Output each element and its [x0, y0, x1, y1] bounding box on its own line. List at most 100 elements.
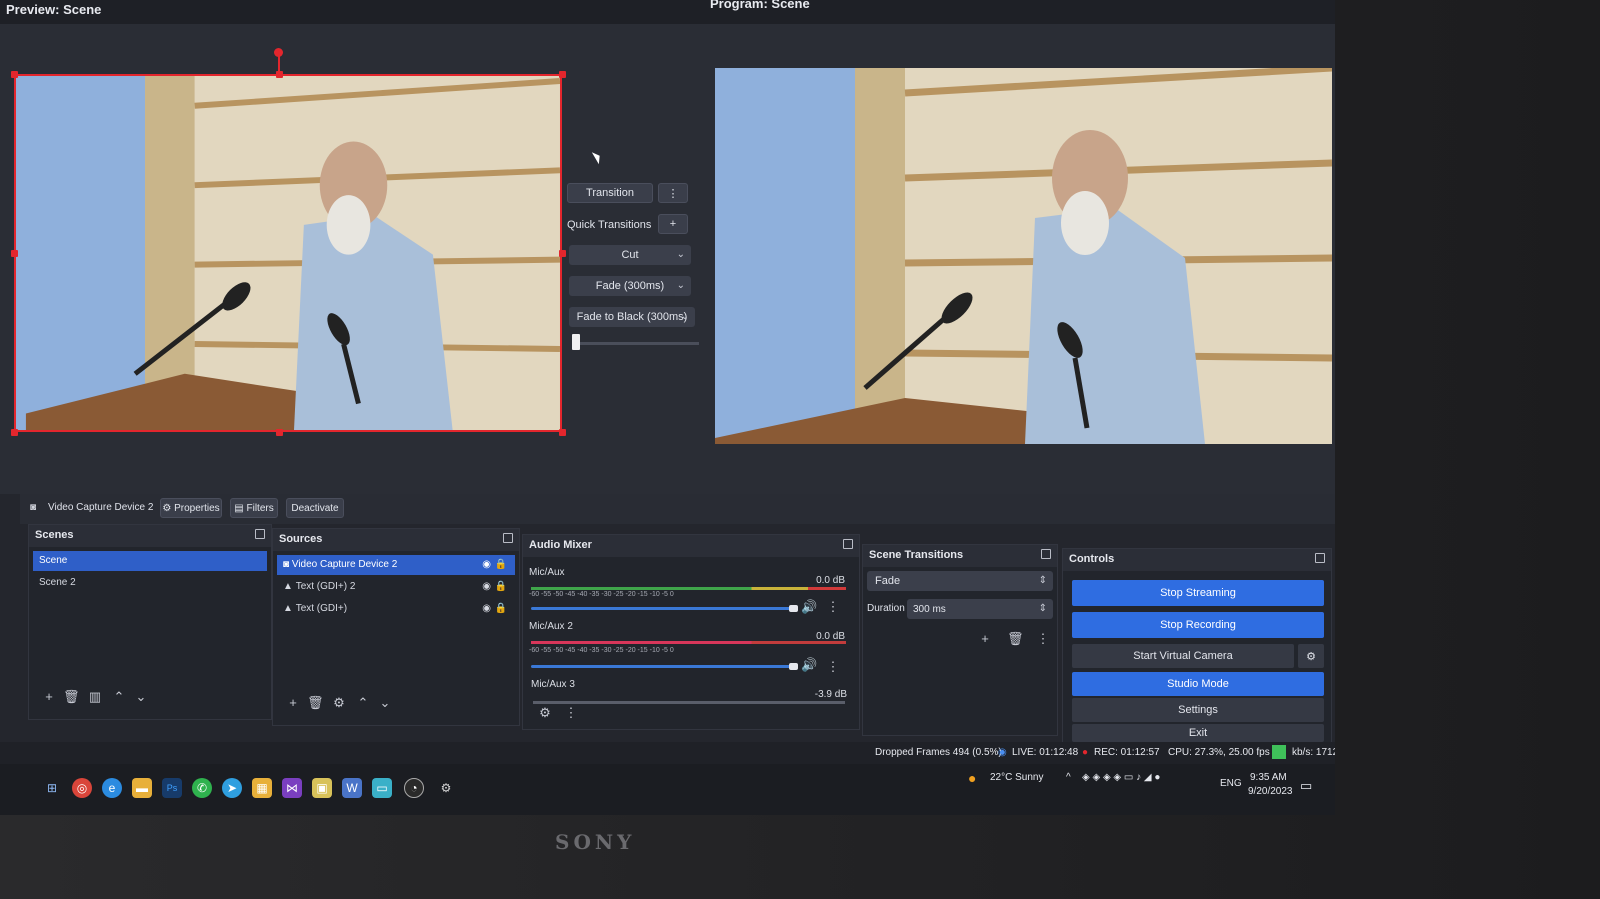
- quick-transition-cut[interactable]: Cut ⌄: [569, 245, 691, 265]
- visual-studio-icon[interactable]: ⋈: [282, 778, 302, 798]
- move-up-icon[interactable]: ⌃: [355, 695, 371, 711]
- language-indicator[interactable]: ENG: [1220, 778, 1242, 789]
- add-quick-transition-button[interactable]: +: [658, 214, 688, 234]
- undock-icon[interactable]: [503, 533, 513, 543]
- chevron-down-icon: ⌄: [676, 249, 685, 260]
- kebab-icon[interactable]: ⋮: [563, 705, 579, 721]
- transition-button[interactable]: Transition: [567, 183, 653, 203]
- stop-streaming-button[interactable]: Stop Streaming: [1072, 580, 1324, 606]
- kebab-icon[interactable]: ⋮: [825, 599, 841, 615]
- kebab-icon: ⋮: [667, 187, 679, 200]
- word-icon[interactable]: W: [342, 778, 362, 798]
- start-virtual-camera-button[interactable]: Start Virtual Camera: [1072, 644, 1294, 668]
- trash-icon[interactable]: 🗑: [1007, 631, 1024, 647]
- level-meter: [531, 641, 846, 644]
- transition-select[interactable]: Fade ⇕: [867, 571, 1053, 591]
- duration-label: Duration: [867, 603, 905, 614]
- chrome-icon[interactable]: ◎: [72, 778, 92, 798]
- undock-icon[interactable]: [843, 539, 853, 549]
- undock-icon[interactable]: [1041, 549, 1051, 559]
- notification-icon[interactable]: ▭: [1300, 778, 1312, 794]
- add-source-icon[interactable]: +: [285, 695, 301, 711]
- transition-menu-button[interactable]: ⋮: [658, 183, 688, 203]
- move-up-icon[interactable]: ⌃: [111, 689, 127, 705]
- gear-icon[interactable]: ⚙: [537, 705, 553, 721]
- eye-icon[interactable]: ◉: [482, 603, 491, 614]
- virtual-camera-settings-button[interactable]: ⚙: [1298, 644, 1324, 668]
- tray-icons[interactable]: ◈ ◈ ◈ ◈ ▭ ♪ ◢ ●: [1082, 772, 1160, 783]
- tbar-track: [573, 342, 699, 345]
- obs-icon[interactable]: ◔: [404, 778, 424, 798]
- tray-chevron-icon[interactable]: ^: [1066, 772, 1071, 783]
- tbar-slider[interactable]: [572, 334, 580, 350]
- lock-icon[interactable]: 🔒: [495, 559, 507, 570]
- gear-icon[interactable]: ⚙: [331, 695, 347, 711]
- app-icon[interactable]: ▭: [372, 778, 392, 798]
- mouse-cursor-icon: [591, 149, 604, 165]
- preview-video-image: [16, 76, 560, 430]
- properties-button[interactable]: ⚙ Properties: [160, 498, 222, 518]
- image-viewer-icon[interactable]: ▣: [312, 778, 332, 798]
- dropped-frames: Dropped Frames 494 (0.5%): [875, 747, 1002, 758]
- move-down-icon[interactable]: ⌄: [377, 695, 393, 711]
- source-item[interactable]: ▲ Text (GDI+) ◉ 🔒: [277, 599, 515, 619]
- sticky-notes-icon[interactable]: ▦: [252, 778, 272, 798]
- scene-item[interactable]: Scene 2: [33, 573, 267, 593]
- resize-handle-l[interactable]: [11, 250, 18, 257]
- speaker-icon[interactable]: 🔊: [801, 599, 817, 615]
- edge-icon[interactable]: e: [102, 778, 122, 798]
- settings-button[interactable]: Settings: [1072, 698, 1324, 722]
- undock-icon[interactable]: [255, 529, 265, 539]
- eye-icon[interactable]: ◉: [482, 581, 491, 592]
- resize-handle-t[interactable]: [276, 71, 283, 78]
- monitor-brand: SONY: [555, 830, 636, 854]
- volume-slider[interactable]: [531, 607, 796, 610]
- exit-button[interactable]: Exit: [1072, 724, 1324, 742]
- file-explorer-icon[interactable]: ▬: [132, 778, 152, 798]
- scene-item[interactable]: Scene: [33, 551, 267, 571]
- eye-icon[interactable]: ◉: [482, 559, 491, 570]
- volume-knob[interactable]: [789, 605, 798, 612]
- source-item[interactable]: ◙ Video Capture Device 2 ◉ 🔒: [277, 555, 515, 575]
- add-transition-icon[interactable]: +: [977, 631, 993, 647]
- lock-icon[interactable]: 🔒: [495, 603, 507, 614]
- scene-transitions-dock: Scene Transitions Fade ⇕ Duration 300 ms ⇕…: [862, 544, 1058, 736]
- undock-icon[interactable]: [1315, 553, 1325, 563]
- quick-transitions-label: Quick Transitions: [567, 219, 652, 231]
- clock-time: 9:35 AM: [1250, 772, 1287, 783]
- stop-recording-button[interactable]: Stop Recording: [1072, 612, 1324, 638]
- bitrate: kb/s: 1712: [1292, 747, 1335, 758]
- telegram-icon[interactable]: ➤: [222, 778, 242, 798]
- add-scene-icon[interactable]: +: [41, 689, 57, 705]
- trash-icon[interactable]: 🗑: [63, 689, 80, 705]
- speaker-icon[interactable]: 🔊: [801, 657, 817, 673]
- windows-start-icon[interactable]: ⊞: [42, 778, 62, 798]
- volume-slider[interactable]: [531, 665, 796, 668]
- filters-button[interactable]: ▤ Filters: [230, 498, 278, 518]
- resize-handle-tl[interactable]: [11, 71, 18, 78]
- scene-transitions-header: Scene Transitions: [863, 545, 1057, 567]
- kebab-icon[interactable]: ⋮: [1035, 631, 1051, 647]
- scenes-dock: Scenes Scene Scene 2 + 🗑 ▥ ⌃ ⌄: [28, 524, 272, 720]
- resize-handle-b[interactable]: [276, 429, 283, 436]
- deactivate-button[interactable]: Deactivate: [286, 498, 344, 518]
- studio-mode-button[interactable]: Studio Mode: [1072, 672, 1324, 696]
- selected-source-name: Video Capture Device 2: [48, 502, 154, 513]
- source-item[interactable]: ▲ Text (GDI+) 2 ◉ 🔒: [277, 577, 515, 597]
- duration-input[interactable]: 300 ms ⇕: [907, 599, 1053, 619]
- preview-canvas[interactable]: [14, 74, 562, 432]
- whatsapp-icon[interactable]: ✆: [192, 778, 212, 798]
- resize-handle-bl[interactable]: [11, 429, 18, 436]
- chevron-updown-icon: ⇕: [1038, 575, 1047, 586]
- quick-transition-fade[interactable]: Fade (300ms) ⌄: [569, 276, 691, 296]
- lock-icon[interactable]: 🔒: [495, 581, 507, 592]
- move-down-icon[interactable]: ⌄: [133, 689, 149, 705]
- settings-gear-icon[interactable]: ⚙: [436, 778, 456, 798]
- photoshop-icon[interactable]: Ps: [162, 778, 182, 798]
- scene-filters-icon[interactable]: ▥: [87, 689, 103, 705]
- volume-knob[interactable]: [789, 663, 798, 670]
- trash-icon[interactable]: 🗑: [307, 695, 324, 711]
- quick-transition-fade-to-black[interactable]: Fade to Black (300ms) ⌄: [569, 307, 695, 327]
- controls-header: Controls: [1063, 549, 1331, 571]
- kebab-icon[interactable]: ⋮: [825, 659, 841, 675]
